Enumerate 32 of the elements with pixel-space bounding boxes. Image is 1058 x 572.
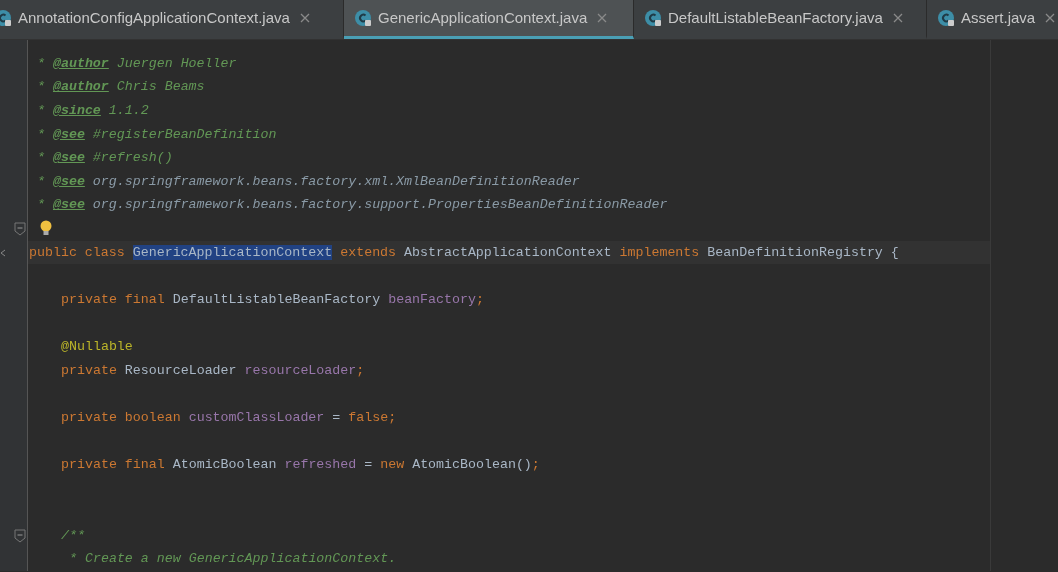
tab-label: Assert.java	[961, 7, 1036, 28]
code-line: private boolean customClassLoader = false;	[61, 408, 397, 427]
tab-label: DefaultListableBeanFactory.java	[668, 7, 883, 28]
code-line: * @author Juergen Hoeller	[37, 54, 237, 73]
class-icon	[354, 9, 372, 27]
tab-label: GenericApplicationContext.java	[378, 7, 588, 28]
file-tab[interactable]: DefaultListableBeanFactory.java	[634, 0, 927, 39]
tab-label: AnnotationConfigApplicationContext.java	[18, 7, 290, 28]
code-line: public class GenericApplicationContext extends AbstractApplicationContext implements BeanDefinitionRegistry {	[29, 243, 899, 262]
code-line: /**	[61, 526, 85, 545]
class-icon	[937, 9, 955, 27]
file-tab[interactable]: GenericApplicationContext.java	[344, 0, 634, 39]
code-line: private final DefaultListableBeanFactory beanFactory;	[61, 290, 484, 309]
close-icon[interactable]	[1045, 13, 1056, 23]
class-icon	[644, 9, 662, 27]
lightbulb-icon[interactable]	[39, 220, 53, 238]
code-line: * @see org.springframework.beans.factory.support.PropertiesBeanDefinitionReader	[37, 196, 668, 215]
code-line: * @since 1.1.2	[37, 102, 149, 120]
fold-marker-icon[interactable]	[14, 528, 26, 543]
code-line: * @see #refresh()	[37, 149, 173, 168]
code-line: * Create a new GenericApplicationContext.	[69, 550, 397, 569]
file-tab[interactable]: Assert.java	[927, 0, 1058, 39]
close-icon[interactable]	[299, 13, 310, 23]
code-line: * @author Chris Beams	[37, 78, 205, 97]
code-line: @Nullable	[61, 337, 133, 356]
code-line: * @see #registerBeanDefinition	[37, 125, 277, 144]
code-line: private final AtomicBoolean refreshed = new AtomicBoolean();	[61, 455, 540, 474]
close-icon[interactable]	[892, 13, 903, 23]
close-icon[interactable]	[597, 13, 608, 23]
code-line: * @see org.springframework.beans.factory.xml.XmlBeanDefinitionReader	[37, 172, 580, 191]
code-line: private ResourceLoader resourceLoader;	[61, 361, 365, 380]
fold-marker-icon[interactable]	[14, 221, 26, 236]
